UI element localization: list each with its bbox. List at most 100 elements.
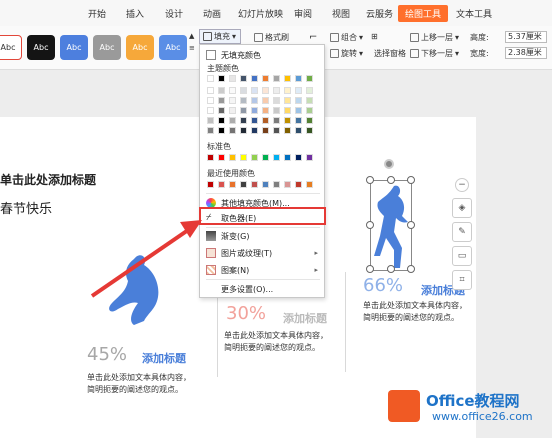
- color-swatch[interactable]: [273, 154, 280, 161]
- menu-picture-texture[interactable]: 图片或纹理(T) ▸: [200, 245, 324, 261]
- col3-line2[interactable]: 简明扼要的阐述您的观点。: [363, 312, 459, 324]
- color-swatch[interactable]: [273, 75, 280, 82]
- menu-pattern[interactable]: 图案(N) ▸: [200, 262, 324, 278]
- tab-slideshow[interactable]: 幻灯片放映: [238, 7, 283, 20]
- color-swatch[interactable]: [273, 127, 280, 134]
- resize-handle[interactable]: [387, 176, 395, 184]
- color-swatch[interactable]: [262, 107, 269, 114]
- color-swatch[interactable]: [240, 87, 247, 94]
- color-swatch[interactable]: [251, 154, 258, 161]
- width-input[interactable]: 2.38厘米: [505, 47, 547, 59]
- color-swatch[interactable]: [218, 181, 225, 188]
- color-swatch[interactable]: [229, 97, 236, 104]
- style-scroll-up-icon[interactable]: ▲: [189, 32, 194, 40]
- send-backward-button[interactable]: 下移一层 ▾: [410, 48, 459, 59]
- style-swatch-gray[interactable]: Abc: [93, 35, 121, 60]
- runner-crouch-image[interactable]: [104, 251, 164, 329]
- color-swatch[interactable]: [284, 154, 291, 161]
- color-swatch[interactable]: [306, 181, 313, 188]
- tab-drawing-tools[interactable]: 绘图工具: [398, 5, 449, 22]
- resize-handle[interactable]: [366, 265, 374, 273]
- group-button[interactable]: 组合 ▾: [330, 32, 363, 43]
- style-swatch-orange[interactable]: Abc: [126, 35, 154, 60]
- color-swatch[interactable]: [306, 97, 313, 104]
- outline-icon[interactable]: ▭: [452, 246, 472, 266]
- color-swatch[interactable]: [229, 154, 236, 161]
- style-swatch-black[interactable]: Abc: [27, 35, 55, 60]
- tab-home[interactable]: 开始: [88, 7, 106, 20]
- style-more-icon[interactable]: ≡: [189, 44, 195, 52]
- height-input[interactable]: 5.37厘米: [505, 31, 547, 43]
- resize-handle[interactable]: [366, 176, 374, 184]
- color-swatch[interactable]: [262, 127, 269, 134]
- color-swatch[interactable]: [240, 117, 247, 124]
- color-swatch[interactable]: [273, 87, 280, 94]
- color-swatch[interactable]: [251, 75, 258, 82]
- color-swatch[interactable]: [207, 97, 214, 104]
- tab-text-tools[interactable]: 文本工具: [456, 7, 492, 20]
- color-swatch[interactable]: [251, 181, 258, 188]
- color-swatch[interactable]: [229, 117, 236, 124]
- arrange-icon[interactable]: ⌐: [309, 32, 317, 43]
- color-swatch[interactable]: [229, 107, 236, 114]
- collapse-icon[interactable]: −: [455, 178, 469, 192]
- color-swatch[interactable]: [262, 154, 269, 161]
- style-swatch-blue[interactable]: Abc: [60, 35, 88, 60]
- tab-cloud[interactable]: 云服务: [366, 7, 393, 20]
- color-swatch[interactable]: [295, 107, 302, 114]
- color-swatch[interactable]: [218, 87, 225, 94]
- col1-line1[interactable]: 单击此处添加文本具体内容，: [87, 372, 191, 384]
- color-swatch[interactable]: [240, 97, 247, 104]
- color-swatch[interactable]: [262, 87, 269, 94]
- color-swatch[interactable]: [284, 127, 291, 134]
- color-swatch[interactable]: [207, 181, 214, 188]
- color-swatch[interactable]: [262, 97, 269, 104]
- slide-subtitle[interactable]: 春节快乐: [0, 198, 52, 217]
- crop-icon[interactable]: ⌗: [452, 270, 472, 290]
- menu-more-settings[interactable]: 更多设置(O)...: [200, 281, 324, 297]
- tab-review[interactable]: 审阅: [294, 7, 312, 20]
- color-swatch[interactable]: [284, 107, 291, 114]
- color-swatch[interactable]: [306, 75, 313, 82]
- tab-insert[interactable]: 插入: [126, 7, 144, 20]
- color-swatch[interactable]: [295, 181, 302, 188]
- color-swatch[interactable]: [262, 117, 269, 124]
- color-swatch[interactable]: [240, 75, 247, 82]
- color-swatch[interactable]: [218, 117, 225, 124]
- tab-view[interactable]: 视图: [332, 7, 350, 20]
- layers-icon[interactable]: ◈: [452, 198, 472, 218]
- color-swatch[interactable]: [207, 127, 214, 134]
- color-swatch[interactable]: [306, 154, 313, 161]
- color-swatch[interactable]: [229, 127, 236, 134]
- col1-title[interactable]: 添加标题: [142, 350, 186, 366]
- color-swatch[interactable]: [218, 75, 225, 82]
- color-swatch[interactable]: [284, 181, 291, 188]
- color-swatch[interactable]: [273, 117, 280, 124]
- resize-handle[interactable]: [407, 176, 415, 184]
- color-swatch[interactable]: [207, 75, 214, 82]
- color-swatch[interactable]: [251, 117, 258, 124]
- slide-title[interactable]: 单击此处添加标题: [0, 171, 96, 188]
- col3-line1[interactable]: 单击此处添加文本具体内容，: [363, 300, 467, 312]
- resize-handle[interactable]: [407, 221, 415, 229]
- color-swatch[interactable]: [295, 154, 302, 161]
- color-swatch[interactable]: [262, 75, 269, 82]
- color-swatch[interactable]: [218, 107, 225, 114]
- color-swatch[interactable]: [295, 87, 302, 94]
- color-swatch[interactable]: [240, 181, 247, 188]
- color-swatch[interactable]: [284, 117, 291, 124]
- col2-line2[interactable]: 简明扼要的阐述您的观点。: [224, 342, 320, 354]
- color-swatch[interactable]: [251, 127, 258, 134]
- color-swatch[interactable]: [273, 181, 280, 188]
- color-swatch[interactable]: [273, 97, 280, 104]
- resize-handle[interactable]: [387, 265, 395, 273]
- color-swatch[interactable]: [240, 127, 247, 134]
- color-swatch[interactable]: [262, 181, 269, 188]
- color-swatch[interactable]: [284, 87, 291, 94]
- color-swatch[interactable]: [306, 87, 313, 94]
- color-swatch[interactable]: [251, 97, 258, 104]
- resize-handle[interactable]: [407, 265, 415, 273]
- color-swatch[interactable]: [240, 107, 247, 114]
- color-swatch[interactable]: [218, 97, 225, 104]
- color-swatch[interactable]: [229, 87, 236, 94]
